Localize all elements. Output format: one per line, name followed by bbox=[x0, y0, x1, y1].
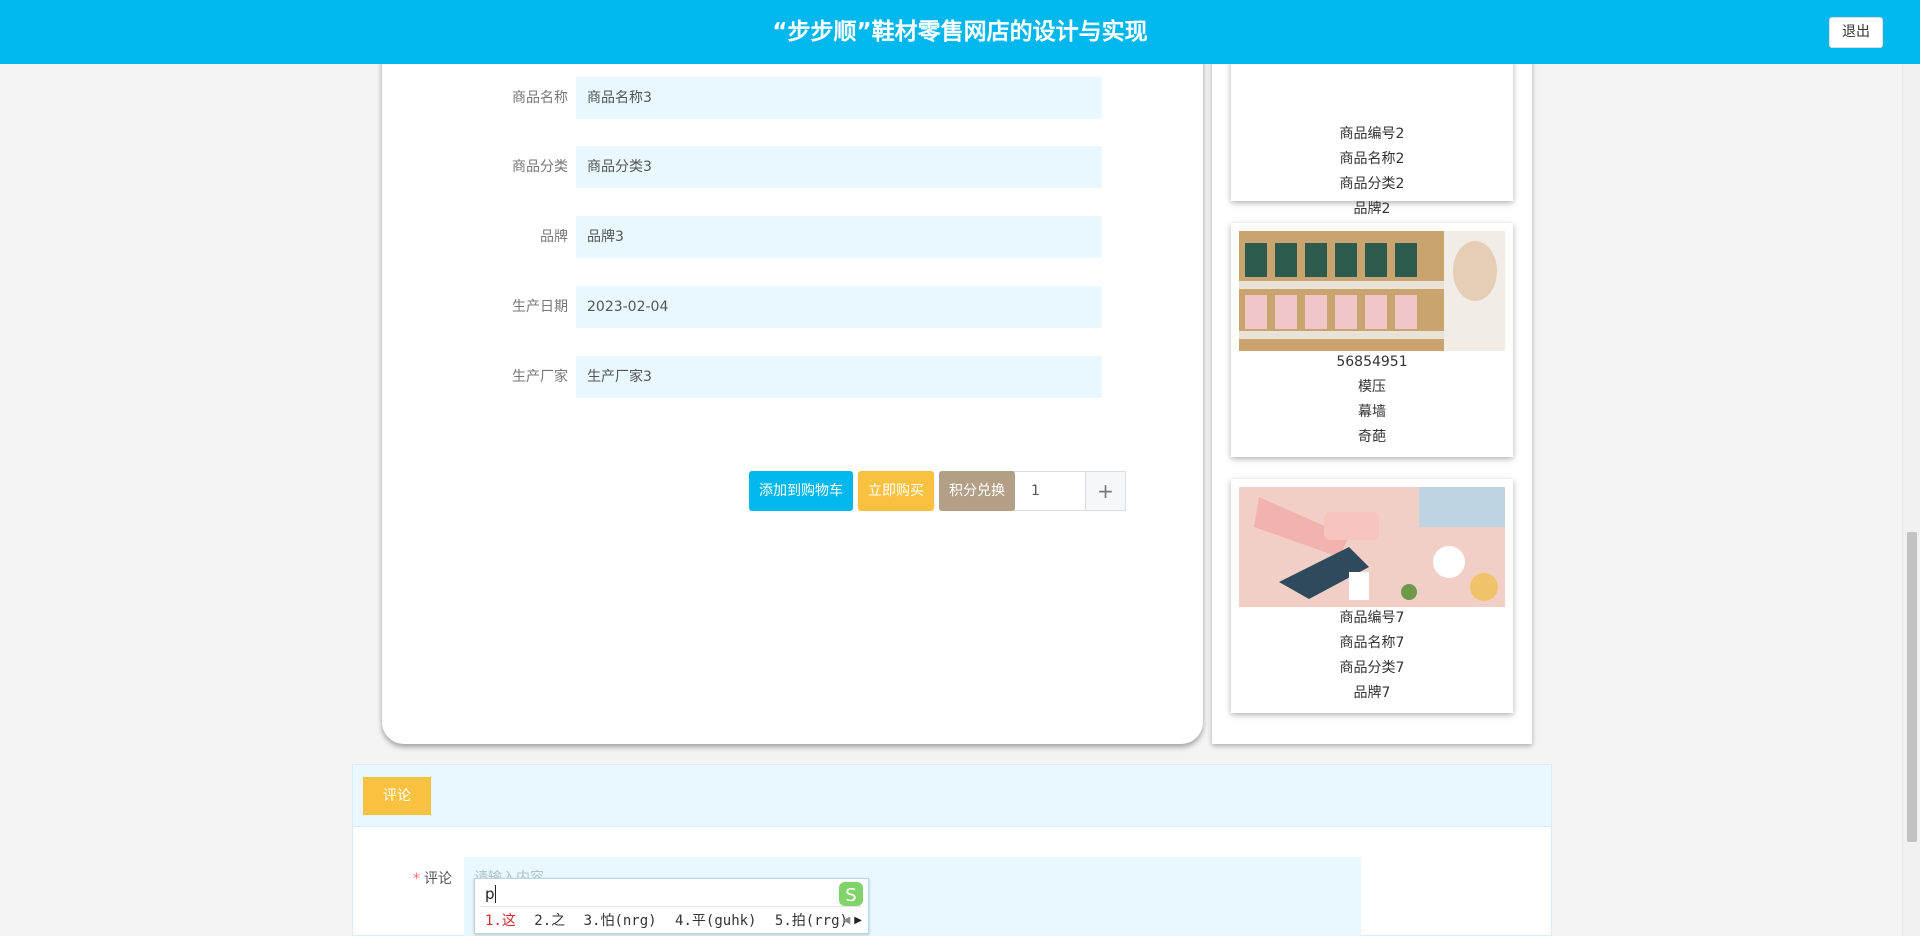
ime-prev-page-icon[interactable]: ◀ bbox=[843, 915, 851, 926]
buy-now-button[interactable]: 立即购买 bbox=[858, 471, 934, 511]
points-exchange-button[interactable]: 积分兑换 bbox=[939, 471, 1015, 511]
rec-product-brand: 奇葩 bbox=[1358, 429, 1386, 445]
required-mark: * bbox=[413, 871, 420, 887]
rec-product-brand: 品牌2 bbox=[1353, 201, 1391, 217]
form-label: 品牌 bbox=[540, 229, 568, 245]
quantity-increase-button[interactable]: + bbox=[1085, 472, 1125, 510]
ime-candidate-list: 1.这 2.之 3.怕(nrg) 4.平(guhk) 5.拍(rrg) bbox=[485, 910, 858, 930]
form-row-product-category: 商品分类 商品分类3 bbox=[382, 146, 1203, 188]
page-scrollbar[interactable] bbox=[1902, 64, 1920, 936]
rec-product-name: 商品名称7 bbox=[1339, 635, 1405, 651]
logout-button[interactable]: 退出 bbox=[1829, 17, 1883, 48]
ime-page-nav: ◀ ▶ bbox=[839, 915, 862, 926]
ime-typed-text: p bbox=[485, 885, 495, 903]
rec-product-name: 商品名称2 bbox=[1339, 151, 1405, 167]
rec-product-category: 幕墙 bbox=[1358, 404, 1386, 420]
rec-product-name: 模压 bbox=[1358, 379, 1386, 395]
form-label: 商品分类 bbox=[512, 159, 568, 175]
rec-product-category: 商品分类2 bbox=[1339, 176, 1405, 192]
top-header: “步步顺”鞋材零售网店的设计与实现 退出 bbox=[0, 0, 1920, 64]
svg-text:S: S bbox=[845, 885, 856, 906]
form-label: 商品名称 bbox=[512, 90, 568, 106]
form-row-product-name: 商品名称 商品名称3 bbox=[382, 77, 1203, 119]
site-title: “步步顺”鞋材零售网店的设计与实现 bbox=[772, 19, 1148, 45]
ime-candidate[interactable]: 2.之 bbox=[534, 913, 565, 929]
comment-header: 评论 bbox=[353, 765, 1551, 827]
ime-candidate[interactable]: 5.拍(rrg) bbox=[775, 913, 848, 929]
production-date-field[interactable]: 2023-02-04 bbox=[576, 286, 1102, 328]
form-row-brand: 品牌 品牌3 bbox=[382, 216, 1203, 258]
recommendation-panel: 商品编号2 商品名称2 商品分类2 品牌2 56854951 模压 幕墙 奇葩 … bbox=[1212, 0, 1532, 744]
sogou-ime-icon: S bbox=[839, 882, 863, 906]
recommendation-card[interactable]: 商品编号7 商品名称7 商品分类7 品牌7 bbox=[1231, 479, 1513, 713]
rec-product-code: 商品编号2 bbox=[1339, 126, 1405, 142]
form-row-production-date: 生产日期 2023-02-04 bbox=[382, 286, 1203, 328]
ime-candidate[interactable]: 4.平(guhk) bbox=[675, 913, 756, 929]
tab-comments[interactable]: 评论 bbox=[363, 777, 431, 815]
ime-divider bbox=[481, 906, 862, 907]
comment-label-text: 评论 bbox=[424, 871, 452, 887]
kitchen-grater-photo[interactable] bbox=[1239, 487, 1505, 607]
product-detail-card: 商品名称 商品名称3 商品分类 商品分类3 品牌 品牌3 生产日期 2023-0… bbox=[382, 44, 1203, 744]
rec-product-code: 56854951 bbox=[1336, 354, 1408, 370]
form-label: 生产日期 bbox=[512, 299, 568, 315]
comment-field-label: * 评论 bbox=[413, 868, 452, 888]
product-category-field[interactable]: 商品分类3 bbox=[576, 146, 1102, 188]
ime-next-page-icon[interactable]: ▶ bbox=[854, 915, 862, 926]
rec-product-code: 商品编号7 bbox=[1339, 610, 1405, 626]
brand-field[interactable]: 品牌3 bbox=[576, 216, 1102, 258]
scrollbar-thumb[interactable] bbox=[1907, 532, 1917, 842]
add-to-cart-button[interactable]: 添加到购物车 bbox=[749, 471, 853, 511]
rec-product-category: 商品分类7 bbox=[1339, 660, 1405, 676]
recommendation-card[interactable]: 56854951 模压 幕墙 奇葩 bbox=[1231, 223, 1513, 457]
product-name-field[interactable]: 商品名称3 bbox=[576, 77, 1102, 119]
shoe-rack-photo[interactable] bbox=[1239, 231, 1505, 351]
ime-candidate[interactable]: 1.这 bbox=[485, 913, 516, 929]
ime-candidate-window: p S 1.这 2.之 3.怕(nrg) 4.平(guhk) 5.拍(rrg) … bbox=[474, 878, 869, 934]
manufacturer-field[interactable]: 生产厂家3 bbox=[576, 356, 1102, 398]
rec-product-brand: 品牌7 bbox=[1353, 685, 1391, 701]
form-row-manufacturer: 生产厂家 生产厂家3 bbox=[382, 356, 1203, 398]
ime-caret bbox=[495, 885, 496, 903]
ime-candidate[interactable]: 3.怕(nrg) bbox=[584, 913, 657, 929]
form-label: 生产厂家 bbox=[512, 369, 568, 385]
